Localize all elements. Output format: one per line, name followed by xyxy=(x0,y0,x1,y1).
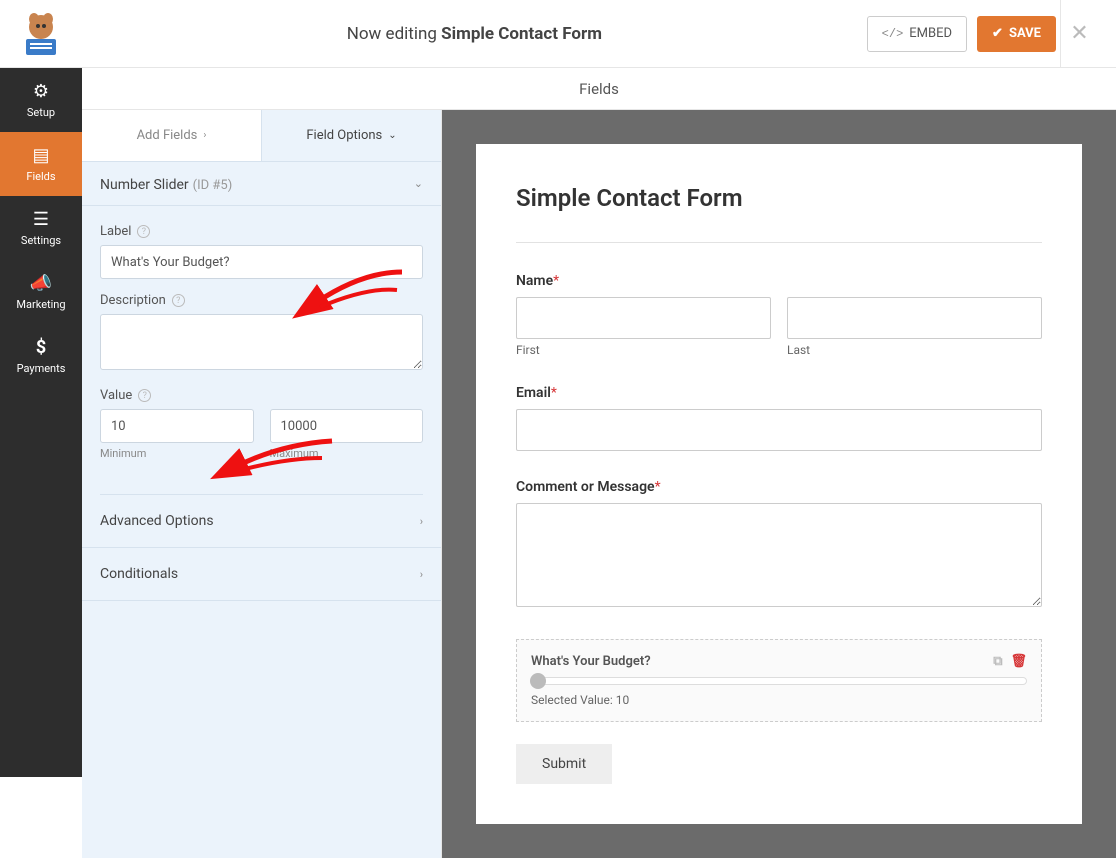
last-sublabel: Last xyxy=(787,343,1042,357)
sidebar-item-settings[interactable]: ☰ Settings xyxy=(0,196,82,260)
form-name: Simple Contact Form xyxy=(441,24,602,44)
sidebar-item-label: Setup xyxy=(27,106,55,119)
fields-icon: ▤ xyxy=(32,145,49,166)
slider-thumb[interactable] xyxy=(530,673,546,689)
conditionals-row[interactable]: Conditionals › xyxy=(82,548,441,601)
panel-tabs: Add Fields › Field Options ⌄ xyxy=(82,110,441,162)
required-mark: * xyxy=(553,273,559,289)
label-heading: Label ? xyxy=(100,224,423,239)
divider xyxy=(516,242,1042,243)
email-label: Email* xyxy=(516,385,1042,401)
field-header-row[interactable]: Number Slider (ID #5) ⌄ xyxy=(82,162,441,206)
megaphone-icon: 📣 xyxy=(30,273,52,294)
comment-textarea[interactable] xyxy=(516,503,1042,607)
first-name-input[interactable] xyxy=(516,297,771,339)
required-mark: * xyxy=(551,385,557,401)
slider-field-label: What's Your Budget? xyxy=(531,654,651,669)
value-heading: Value ? xyxy=(100,388,423,403)
help-icon[interactable]: ? xyxy=(172,294,185,307)
required-mark: * xyxy=(655,479,661,495)
description-heading: Description ? xyxy=(100,293,423,308)
email-input[interactable] xyxy=(516,409,1042,451)
min-value-input[interactable] xyxy=(100,409,254,443)
fields-header: Fields xyxy=(82,68,1116,110)
sidebar-item-label: Marketing xyxy=(16,298,65,311)
sidebar-item-marketing[interactable]: 📣 Marketing xyxy=(0,260,82,324)
embed-button[interactable]: </> EMBED xyxy=(867,16,967,52)
save-label: SAVE xyxy=(1009,26,1041,41)
first-sublabel: First xyxy=(516,343,771,357)
form-canvas: Simple Contact Form Name* First Last xyxy=(442,110,1116,858)
form-preview: Simple Contact Form Name* First Last xyxy=(476,144,1082,824)
chevron-down-icon: ⌄ xyxy=(388,130,396,141)
app-logo xyxy=(0,0,82,68)
last-name-input[interactable] xyxy=(787,297,1042,339)
comment-field-group: Comment or Message* xyxy=(516,479,1042,611)
chevron-right-icon: › xyxy=(203,130,206,141)
sidebar: ⚙ Setup ▤ Fields ☰ Settings 📣 Marketing … xyxy=(0,68,82,777)
check-icon: ✔ xyxy=(992,26,1003,41)
gear-icon: ⚙ xyxy=(33,81,49,102)
embed-icon: </> xyxy=(882,27,904,41)
sidebar-item-label: Payments xyxy=(17,362,66,375)
advanced-options-label: Advanced Options xyxy=(100,513,214,529)
close-button[interactable]: ✕ xyxy=(1060,0,1098,68)
max-value-input[interactable] xyxy=(270,409,424,443)
dollar-icon: $ xyxy=(36,337,46,358)
sidebar-item-label: Fields xyxy=(26,170,55,183)
slider-track[interactable] xyxy=(531,677,1027,685)
min-sublabel: Minimum xyxy=(100,447,254,460)
sidebar-item-payments[interactable]: $ Payments xyxy=(0,324,82,388)
submit-button[interactable]: Submit xyxy=(516,744,612,784)
tab-field-options[interactable]: Field Options ⌄ xyxy=(261,110,441,161)
conditionals-label: Conditionals xyxy=(100,566,178,582)
chevron-down-icon: ⌄ xyxy=(414,177,423,190)
help-icon[interactable]: ? xyxy=(137,225,150,238)
tab-label: Add Fields xyxy=(137,128,198,143)
chevron-right-icon: › xyxy=(420,515,423,528)
close-icon: ✕ xyxy=(1070,21,1088,46)
description-input[interactable] xyxy=(100,314,423,370)
editing-prefix: Now editing xyxy=(347,24,441,44)
tab-add-fields[interactable]: Add Fields › xyxy=(82,110,261,161)
email-field-group: Email* xyxy=(516,385,1042,451)
top-actions: </> EMBED ✔ SAVE xyxy=(867,16,1056,52)
advanced-options-row[interactable]: Advanced Options › xyxy=(82,495,441,548)
sidebar-item-setup[interactable]: ⚙ Setup xyxy=(0,68,82,132)
name-field-group: Name* First Last xyxy=(516,273,1042,357)
options-panel: Add Fields › Field Options ⌄ Number Slid… xyxy=(82,110,442,858)
sidebar-item-label: Settings xyxy=(21,234,61,247)
sidebar-item-fields[interactable]: ▤ Fields xyxy=(0,132,82,196)
chevron-right-icon: › xyxy=(420,568,423,581)
field-id: (ID #5) xyxy=(193,178,233,193)
field-type-label: Number Slider xyxy=(100,177,189,193)
comment-label: Comment or Message* xyxy=(516,479,1042,495)
duplicate-icon[interactable]: ⧉ xyxy=(993,654,1002,669)
help-icon[interactable]: ? xyxy=(138,389,151,402)
delete-icon[interactable]: 🗑 xyxy=(1010,654,1027,669)
sliders-icon: ☰ xyxy=(33,209,49,230)
tab-label: Field Options xyxy=(306,128,382,143)
editing-title: Now editing Simple Contact Form xyxy=(82,24,867,44)
top-bar: Now editing Simple Contact Form </> EMBE… xyxy=(0,0,1116,68)
label-input[interactable] xyxy=(100,245,423,279)
form-title: Simple Contact Form xyxy=(516,184,1042,212)
max-sublabel: Maximum xyxy=(270,447,424,460)
selected-value-text: Selected Value: 10 xyxy=(531,693,1027,707)
name-label: Name* xyxy=(516,273,1042,289)
save-button[interactable]: ✔ SAVE xyxy=(977,16,1056,52)
embed-label: EMBED xyxy=(909,26,952,41)
slider-field-block[interactable]: What's Your Budget? ⧉ 🗑 Selected Value: … xyxy=(516,639,1042,722)
